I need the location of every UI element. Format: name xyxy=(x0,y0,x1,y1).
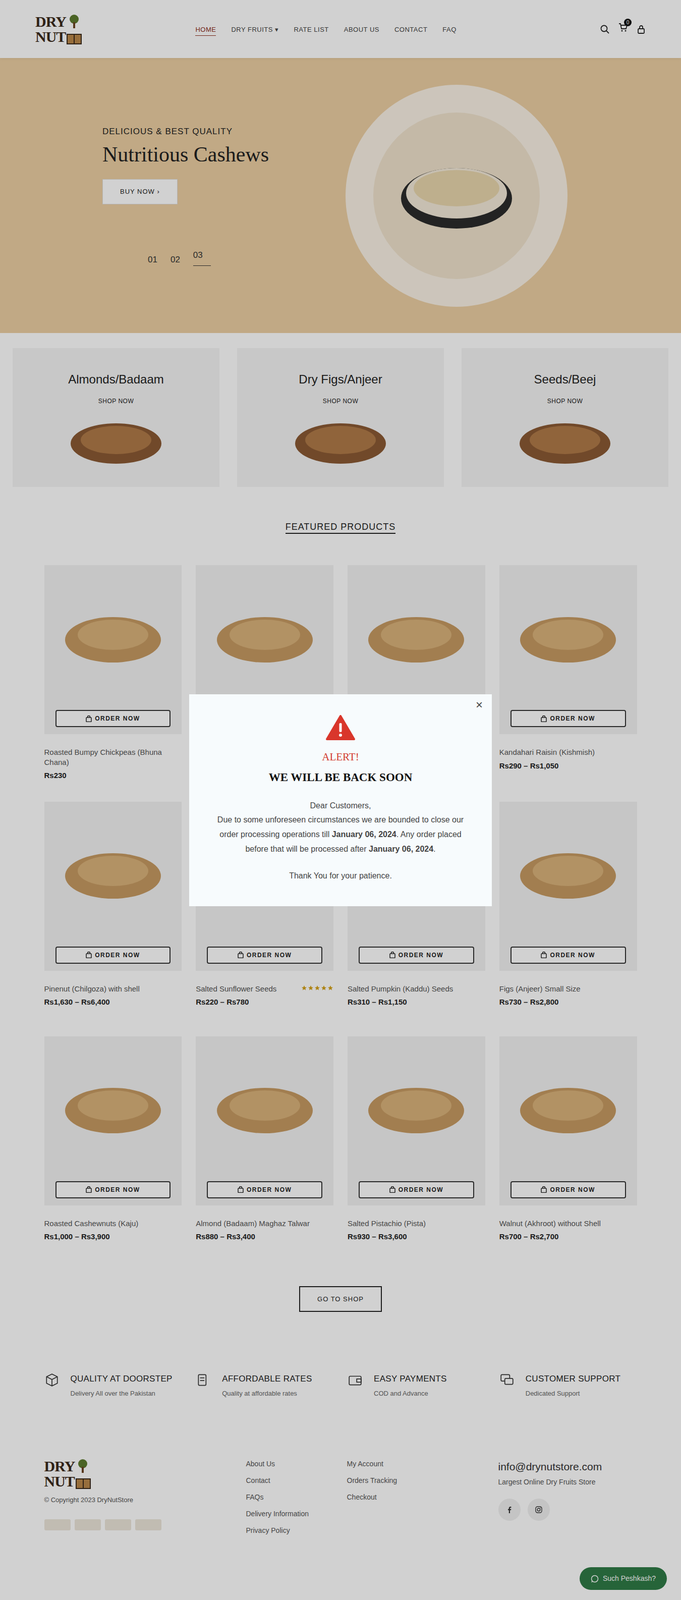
alert-message: Due to some unforeseen circumstances we … xyxy=(209,812,472,857)
alert-greeting: Dear Customers, xyxy=(209,798,472,814)
alert-thanks: Thank You for your patience. xyxy=(209,869,472,882)
alert-title: WE WILL BE BACK SOON xyxy=(209,768,472,787)
alert-date: January 06, 2024 xyxy=(331,829,397,839)
alert-heading: ALERT! xyxy=(209,749,472,766)
warning-icon xyxy=(325,714,356,741)
alert-message-part: . xyxy=(433,844,436,854)
alert-date: January 06, 2024 xyxy=(368,844,434,854)
close-button[interactable]: × xyxy=(472,698,486,712)
closure-alert-modal: × ALERT! WE WILL BE BACK SOON Dear Customer… xyxy=(189,694,492,906)
